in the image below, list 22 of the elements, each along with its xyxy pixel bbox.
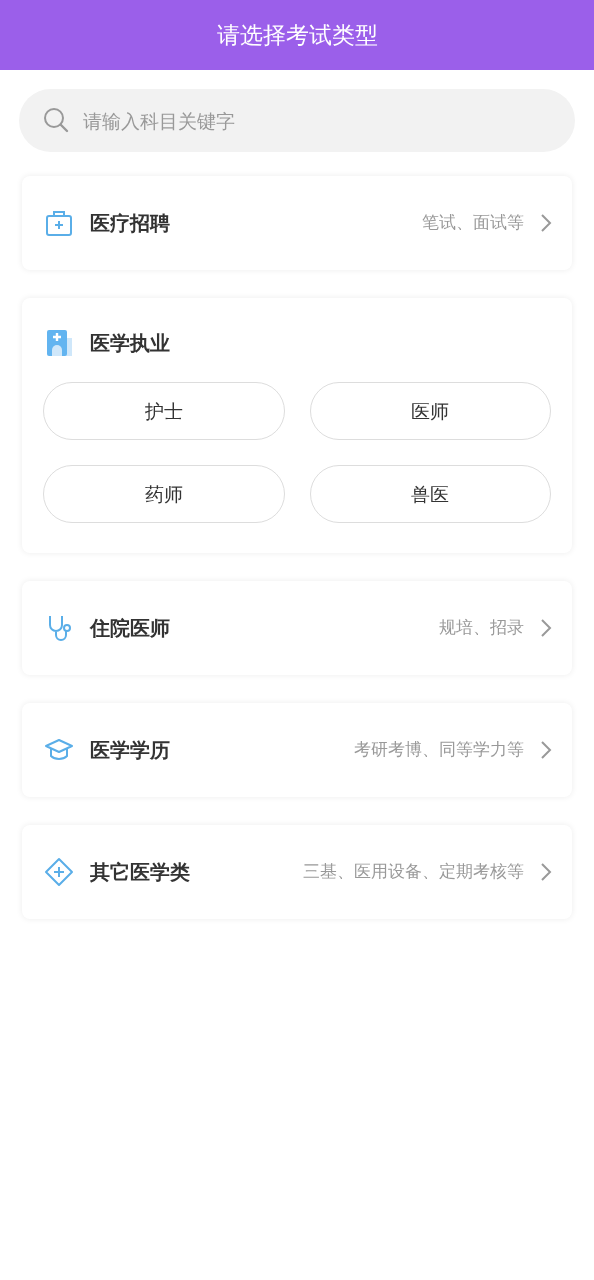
search-field[interactable]: 请输入科目关键字	[19, 89, 575, 152]
category-title: 医学执业	[90, 330, 170, 357]
option-button[interactable]: 兽医	[309, 465, 551, 523]
chevron-right-icon[interactable]	[540, 862, 552, 882]
category-hint: 笔试、面试等	[422, 211, 524, 235]
category-title[interactable]: 医学学历	[90, 735, 170, 765]
category-hint: 三基、医用设备、定期考核等	[303, 860, 524, 884]
plus-diamond-icon	[44, 857, 74, 887]
category-title[interactable]: 医疗招聘	[90, 208, 170, 238]
option-button[interactable]: 护士	[43, 382, 285, 440]
option-button[interactable]: 药师	[43, 465, 285, 523]
page-title: 请选择考试类型	[216, 20, 378, 50]
category-title[interactable]: 其它医学类	[90, 857, 190, 887]
category-title[interactable]: 住院医师	[90, 613, 170, 643]
option-button[interactable]: 医师	[309, 382, 551, 440]
chevron-right-icon[interactable]	[540, 618, 552, 638]
hospital-icon	[44, 328, 74, 358]
chevron-right-icon[interactable]	[540, 213, 552, 233]
medical-kit-icon	[44, 208, 74, 238]
category-hint: 规培、招录	[439, 616, 524, 640]
category-hint: 考研考博、同等学力等	[354, 738, 524, 762]
chevron-right-icon[interactable]	[540, 740, 552, 760]
